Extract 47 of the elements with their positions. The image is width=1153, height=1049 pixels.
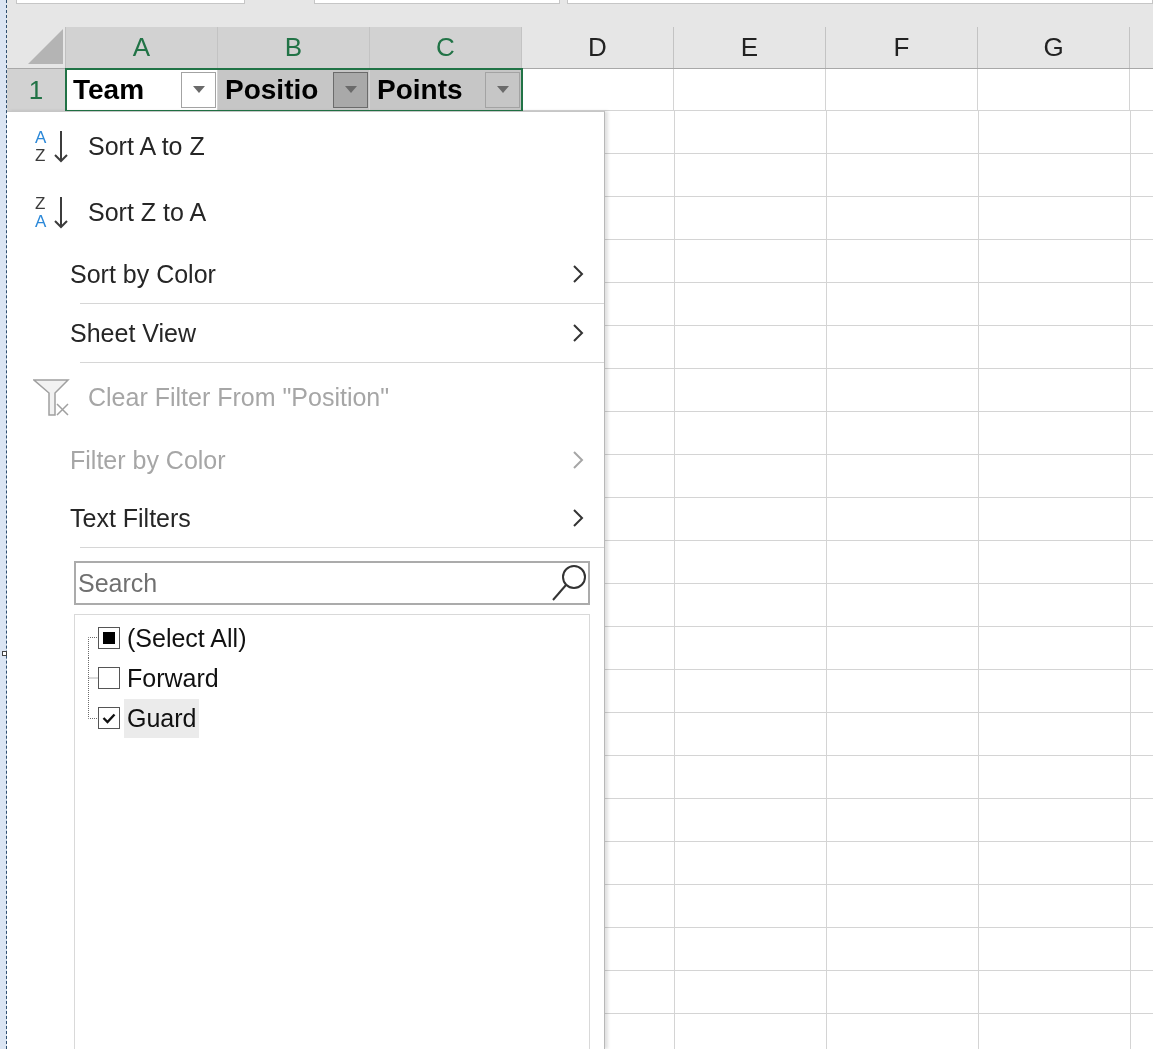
checkbox[interactable]: [98, 627, 120, 649]
cell-text: Positio: [225, 73, 320, 106]
chevron-right-icon: [572, 264, 584, 284]
cell-text: Team: [73, 73, 146, 106]
empty-cell[interactable]: [978, 69, 1130, 111]
search-field[interactable]: Search: [74, 561, 590, 605]
list-item[interactable]: Forward: [124, 658, 222, 698]
column-header[interactable]: F: [826, 27, 978, 68]
menu-item[interactable]: A Z Sort A to Z: [7, 113, 604, 179]
formula-bar-field[interactable]: [314, 0, 560, 4]
menu-item[interactable]: Sort by Color: [7, 245, 604, 303]
column-header[interactable]: C: [370, 27, 522, 68]
filter-dropdown-button[interactable]: [333, 71, 368, 108]
funnel-clear-icon: [33, 378, 70, 416]
menu-item[interactable]: Z A Sort Z to A: [7, 179, 604, 245]
handle-icon[interactable]: [2, 651, 7, 656]
column-header[interactable]: B: [218, 27, 370, 68]
square-icon: [103, 632, 115, 644]
search-icon[interactable]: [551, 564, 587, 602]
list-item[interactable]: (Select All): [124, 618, 250, 658]
empty-cell[interactable]: [826, 69, 978, 111]
caret-icon: [192, 86, 205, 93]
chevron-right-icon: [572, 323, 584, 343]
chevron-right-icon: [572, 508, 584, 528]
filter-dropdown-button[interactable]: [485, 71, 520, 108]
column-header[interactable]: G: [978, 27, 1130, 68]
filter-dropdown-button[interactable]: [181, 71, 216, 108]
column-header[interactable]: D: [522, 27, 674, 68]
checkbox[interactable]: [98, 667, 120, 689]
column-header[interactable]: A: [66, 27, 218, 68]
name-box-field[interactable]: [16, 0, 245, 4]
cell-text: Points: [377, 73, 464, 106]
chevron-right-icon: [572, 450, 584, 470]
row-header[interactable]: 1: [7, 69, 66, 111]
spreadsheet-cell[interactable]: Positio: [218, 69, 370, 111]
checkmark-icon: [102, 712, 116, 724]
empty-cell[interactable]: [674, 69, 826, 111]
column-header[interactable]: E: [674, 27, 826, 68]
checkbox[interactable]: [98, 707, 120, 729]
triangle-icon: [28, 29, 63, 64]
list-item[interactable]: Guard: [124, 698, 200, 738]
caret-icon: [344, 86, 357, 93]
menu-item[interactable]: Sheet View: [7, 304, 604, 362]
formula-bar-field[interactable]: [567, 0, 1153, 4]
caret-icon: [496, 86, 509, 93]
menu-item[interactable]: Text Filters: [7, 489, 604, 547]
spreadsheet-cell[interactable]: Points: [370, 69, 522, 111]
